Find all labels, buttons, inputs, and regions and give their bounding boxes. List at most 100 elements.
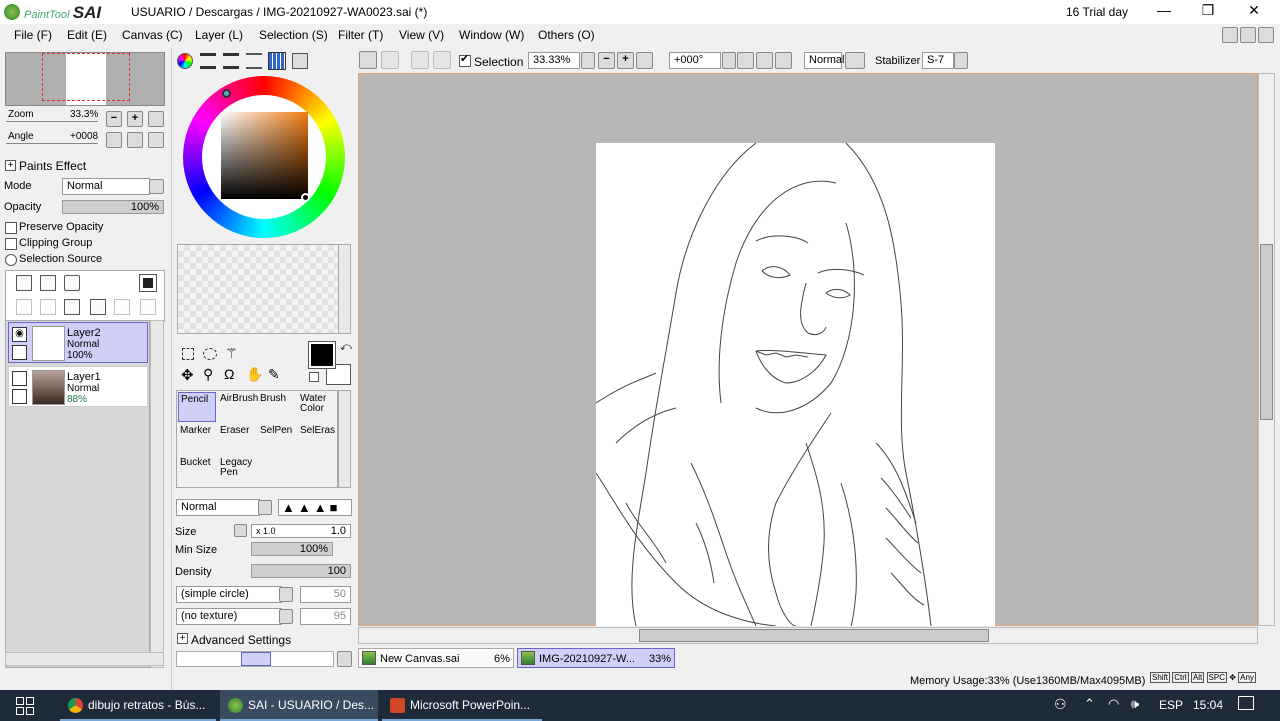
taskbar-item-powerpoint[interactable]: Microsoft PowerPoin... <box>382 690 542 721</box>
selpen-tool[interactable]: SelPen <box>258 424 296 454</box>
clipping-group-checkbox[interactable] <box>5 238 17 250</box>
layer-row-layer1[interactable]: Layer1 Normal 88% <box>8 366 148 407</box>
menu-selection[interactable]: Selection (S) <box>259 28 328 42</box>
eraser-tool[interactable]: Eraser <box>218 424 256 454</box>
rect-select-icon[interactable] <box>182 348 194 360</box>
color-mixer-tab-icon[interactable] <box>246 53 262 69</box>
flip-button[interactable] <box>845 52 865 69</box>
reset-colors-icon[interactable] <box>309 372 319 382</box>
eye-icon[interactable]: ◉ <box>12 327 27 342</box>
menu-others[interactable]: Others (O) <box>538 28 595 42</box>
density-slider[interactable]: 100 <box>251 564 351 578</box>
undo-button[interactable] <box>359 51 377 69</box>
chevron-down-icon[interactable] <box>279 609 293 624</box>
language-indicator[interactable]: ESP <box>1159 698 1183 712</box>
rotate-right-button[interactable] <box>756 52 773 69</box>
angle-dropdown-button[interactable] <box>722 52 736 69</box>
doc-close-button[interactable] <box>1258 27 1274 43</box>
close-button[interactable]: ✕ <box>1242 2 1266 19</box>
tab-img-20210927[interactable]: IMG-20210927-W... 33% <box>517 648 675 668</box>
menu-edit[interactable]: Edit (E) <box>67 28 107 42</box>
brush-texture-select[interactable]: (no texture) <box>176 608 282 625</box>
primary-color-swatch[interactable] <box>308 341 336 369</box>
rotate-left-button[interactable] <box>737 52 754 69</box>
canvas-hscrollbar[interactable] <box>358 627 1258 644</box>
move-icon[interactable]: ✥ <box>181 366 194 384</box>
tab-new-canvas[interactable]: New Canvas.sai 6% <box>358 648 514 668</box>
chevron-down-icon[interactable] <box>258 500 272 515</box>
menu-view[interactable]: View (V) <box>399 28 444 42</box>
airbrush-tool[interactable]: AirBrush <box>218 392 258 422</box>
pencil-tool[interactable]: Pencil <box>178 392 216 422</box>
saturation-value-square[interactable] <box>221 112 308 199</box>
zoom-out-button[interactable]: − <box>598 52 615 69</box>
stabilizer-dropdown-button[interactable] <box>954 52 968 69</box>
redo-button[interactable] <box>381 51 399 69</box>
angle-field[interactable]: +000° <box>669 52 721 69</box>
eye-icon[interactable] <box>12 371 27 386</box>
menu-file[interactable]: File (F) <box>14 28 52 42</box>
brush-tool[interactable]: Brush <box>258 392 296 422</box>
doc-restore-button[interactable] <box>1240 27 1256 43</box>
canvas-vscroll-thumb[interactable] <box>1260 244 1273 420</box>
clear-layer-icon[interactable] <box>140 299 156 315</box>
new-linework-layer-icon[interactable] <box>40 275 56 291</box>
zoom-slider[interactable] <box>6 121 98 122</box>
shape-amount-field[interactable]: 50 <box>300 586 351 603</box>
color-marker[interactable] <box>301 193 310 202</box>
zoom-field[interactable]: 33.33% <box>528 52 580 69</box>
canvas-hscroll-thumb[interactable] <box>639 629 989 642</box>
marker-tool[interactable]: Marker <box>178 424 216 454</box>
volume-icon[interactable]: 🕪 <box>1131 696 1139 712</box>
menu-canvas[interactable]: Canvas (C) <box>122 28 183 42</box>
brush-lock-icon[interactable] <box>12 345 27 360</box>
rgb-slider-tab-icon[interactable] <box>200 53 216 69</box>
layer-row-layer2[interactable]: ◉ Layer2 Normal 100% <box>8 322 148 363</box>
layer-list-scrollbar[interactable] <box>150 320 164 668</box>
size-dropdown-button[interactable] <box>234 524 247 537</box>
copy-layer-icon[interactable] <box>16 299 32 315</box>
nav-rotate-left-button[interactable] <box>106 132 122 148</box>
angle-slider[interactable] <box>6 143 98 144</box>
navigator-preview[interactable] <box>5 52 165 106</box>
watercolor-tool[interactable]: Water Color <box>298 392 336 422</box>
zoom-in-button[interactable]: + <box>617 52 634 69</box>
canvas-vscrollbar[interactable] <box>1258 73 1275 626</box>
scratchpad-tab-icon[interactable] <box>292 53 308 69</box>
new-folder-icon[interactable] <box>64 275 80 291</box>
brush-blend-select[interactable]: Normal <box>176 499 260 516</box>
clock[interactable]: 15:04 <box>1193 698 1223 712</box>
wifi-icon[interactable]: ◠ <box>1108 696 1119 712</box>
eyedropper-icon[interactable]: ✎ <box>268 366 280 383</box>
maximize-button[interactable]: ❐ <box>1196 2 1220 19</box>
menu-filter[interactable]: Filter (T) <box>338 28 383 42</box>
advanced-settings-label[interactable]: Advanced Settings <box>191 633 291 647</box>
transfer-down-icon[interactable] <box>40 299 56 315</box>
presets-menu-button[interactable] <box>337 651 352 667</box>
texture-amount-field[interactable]: 95 <box>300 608 351 625</box>
brush-shape-selector[interactable]: ▲▲▲■ <box>278 499 352 516</box>
size-slider[interactable]: x 1.0 1.0 <box>251 524 351 538</box>
nav-zoom-reset-button[interactable] <box>148 111 164 127</box>
swap-colors-icon[interactable]: ⤺ <box>340 341 352 354</box>
swatch-grid[interactable] <box>177 244 339 334</box>
zoom-dropdown-button[interactable] <box>581 52 595 69</box>
color-wheel-tab-icon[interactable] <box>177 53 193 69</box>
hsv-slider-tab-icon[interactable] <box>223 53 239 69</box>
nav-zoom-out-button[interactable]: − <box>106 111 122 127</box>
nav-rotate-right-button[interactable] <box>127 132 143 148</box>
doc-minimize-button[interactable] <box>1222 27 1238 43</box>
drawing-canvas[interactable] <box>596 143 995 626</box>
legacy-pen-tool[interactable]: Legacy Pen <box>218 456 256 486</box>
lasso-icon[interactable] <box>203 348 217 360</box>
menu-window[interactable]: Window (W) <box>459 28 524 42</box>
hue-marker[interactable] <box>222 89 231 98</box>
rotate-tool-icon[interactable]: Ω <box>224 366 234 382</box>
chevron-up-icon[interactable]: ⌃ <box>1084 696 1095 712</box>
brush-size-presets[interactable] <box>176 651 334 667</box>
zoom-tool-icon[interactable]: ⚲ <box>203 366 213 383</box>
chevron-down-icon[interactable] <box>149 179 164 194</box>
selection-source-radio[interactable] <box>5 254 17 266</box>
paints-effect-label[interactable]: Paints Effect <box>19 159 86 173</box>
new-layer-icon[interactable] <box>16 275 32 291</box>
